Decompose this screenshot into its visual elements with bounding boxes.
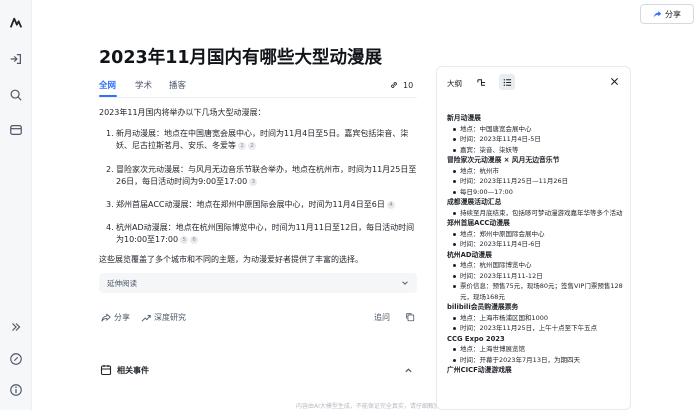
extended-reading-label: 延伸阅读 (107, 279, 137, 288)
tab-academic[interactable]: 学术 (135, 79, 152, 91)
outline-bullet: 票价信息：预售75元，现场80元；签售VIP门票预售128元，现场168元 (447, 281, 629, 302)
citation-badge[interactable]: 4 (386, 201, 395, 209)
expand-icon[interactable] (7, 318, 25, 336)
share-label: 分享 (665, 9, 681, 19)
list-item: 4. 杭州AD动漫展：地点在杭州国际博览中心，时间为11月11日至12日，每日活… (106, 222, 420, 246)
link-icon[interactable] (7, 350, 25, 368)
page-title: 2023年11月国内有哪些大型动漫展 (99, 48, 383, 68)
calendar-icon (100, 365, 112, 376)
extended-reading-toggle[interactable]: 延伸阅读 (99, 273, 417, 293)
list-item-text: 新月动漫展：地点在中国唐宽会展中心，时间为11月4日至5日。嘉宾包括柒音、柒妖、… (116, 129, 409, 150)
outline-bullet: 时间：2023年11月25日—11月26日 (447, 176, 629, 187)
list-item: 2. 冒险家次元动漫展：与风月无边音乐节联合举办，地点在杭州市，时间为11月25… (106, 164, 420, 188)
outline-heading[interactable]: 成都漫展活动汇总 (447, 197, 629, 208)
list-item-number: 1. (106, 129, 114, 138)
answer-outro: 这些展览覆盖了多个城市和不同的主题，为动漫爱好者提供了丰富的选择。 (99, 255, 363, 264)
tab-podcast[interactable]: 播客 (169, 79, 186, 91)
answer-intro: 2023年11月国内将举办以下几场大型动漫展： (99, 108, 266, 117)
list-item-text: 杭州AD动漫展：地点在杭州国际博览中心，时间为11月11日至12日，每日活动时间… (116, 223, 415, 244)
answer-actions: 分享 深度研究 追问 (99, 312, 417, 326)
close-icon[interactable] (610, 77, 619, 86)
list-item: 3. 郑州首届ACC动漫展：地点在郑州中原国际会展中心，时间为11月4日至6日 4 (106, 199, 420, 211)
outline-panel: 大纲 新月动漫展 地点：中国唐宽会展中心 时间：2023年11月4日-5日 嘉宾… (436, 66, 631, 410)
list-view-button[interactable] (499, 74, 515, 90)
outline-heading[interactable]: 杭州AD动漫展 (447, 250, 629, 261)
citation-badge[interactable]: 6 (190, 236, 199, 244)
list-item-number: 4. (106, 223, 114, 232)
source-tabs: 全网 学术 播客 (99, 79, 419, 93)
list-icon (503, 78, 511, 86)
outline-title: 大纲 (447, 79, 462, 88)
outline-bullet: 地点：上海市杨浦区国和1000 (447, 313, 629, 324)
deep-research-label: 深度研究 (154, 313, 186, 322)
outline-bullet: 地点：杭州国际博览中心 (447, 260, 629, 271)
deep-research-button[interactable]: 深度研究 (141, 312, 186, 323)
mindmap-icon (476, 78, 485, 86)
link-chain-icon (391, 82, 397, 88)
outline-bullet: 时间：2023年11月11-12日 (447, 271, 629, 282)
outline-bullet: 持续至月底结束，包括哆可梦动漫游戏嘉年华等多个活动 (447, 208, 629, 219)
citation-badge[interactable]: 1 (238, 142, 246, 150)
list-item: 1. 新月动漫展：地点在中国唐宽会展中心，时间为11月4日至5日。嘉宾包括柒音、… (106, 128, 420, 152)
outline-heading[interactable]: CCG Expo 2023 (447, 334, 629, 345)
followup-button[interactable]: 追问 (374, 312, 390, 323)
related-events-label: 相关事件 (117, 366, 149, 375)
new-chat-icon[interactable] (7, 50, 25, 68)
answer-share-button[interactable]: 分享 (101, 312, 130, 323)
library-icon[interactable] (7, 121, 25, 139)
list-item-text: 郑州首届ACC动漫展：地点在郑州中原国际会展中心，时间为11月4日至6日 (116, 200, 385, 209)
tab-web[interactable]: 全网 (99, 79, 116, 91)
references-count: 10 (403, 80, 414, 90)
list-item-number: 2. (106, 165, 114, 174)
outline-heading[interactable]: 冒险家次元动漫展 × 风月无边音乐节 (447, 155, 629, 166)
references-button[interactable]: 10 (389, 80, 413, 90)
search-icon[interactable] (7, 86, 25, 104)
outline-heading[interactable]: 新月动漫展 (447, 113, 629, 124)
list-item-text: 冒险家次元动漫展：与风月无边音乐节联合举办，地点在杭州市，时间为11月25日至2… (116, 165, 417, 186)
chevron-up-icon (405, 368, 412, 373)
outline-bullet: 地点：郑州中原国际会展中心 (447, 229, 629, 240)
tabs-divider (99, 97, 417, 98)
citation-badge[interactable]: 5 (180, 236, 189, 244)
outline-bullet: 时间：2023年11月25日，上午十点至下午五点 (447, 323, 629, 334)
outline-heading[interactable]: 郑州首届ACC动漫展 (447, 218, 629, 229)
outline-bullet: 嘉宾：柒音、柒妖等 (447, 145, 629, 156)
outline-heading[interactable]: bilibili会员购漫展票务 (447, 302, 629, 313)
info-icon[interactable] (7, 381, 25, 399)
list-item-number: 3. (106, 200, 114, 209)
share-icon (653, 10, 662, 17)
mindmap-view-button[interactable] (473, 74, 489, 90)
related-events-section[interactable]: 相关事件 (99, 360, 417, 380)
outline-bullet: 时间：2023年11月4日-5日 (447, 134, 629, 145)
outline-bullet: 地点：杭州市 (447, 166, 629, 177)
outline-header: 大纲 (437, 67, 630, 97)
copy-button[interactable] (405, 312, 415, 322)
outline-heading[interactable]: 广州CICF动漫游戏展 (447, 365, 629, 376)
followup-label: 追问 (374, 313, 390, 322)
outline-bullet: 地点：中国唐宽会展中心 (447, 124, 629, 135)
outline-bullet: 每日9:00—17:00 (447, 187, 629, 198)
share-icon (101, 312, 111, 322)
chevron-down-icon (402, 281, 408, 285)
deep-research-icon (141, 314, 151, 322)
logo-icon[interactable] (7, 14, 25, 32)
citation-badge[interactable]: 3 (249, 178, 258, 186)
share-button[interactable]: 分享 (640, 4, 694, 24)
outline-bullet: 时间：开幕于2023年7月13日，为期四天 (447, 355, 629, 366)
ai-disclaimer: 内容由AI大模型生成，不能保证完全真实，请仔细甄别 (296, 403, 440, 410)
outline-bullet: 时间：2023年11月4日-6日 (447, 239, 629, 250)
answer-share-label: 分享 (114, 313, 130, 322)
citation-badge[interactable]: 2 (248, 142, 256, 150)
copy-icon (406, 313, 415, 322)
outline-bullet: 地点：上海世博展览馆 (447, 344, 629, 355)
outline-list: 新月动漫展 地点：中国唐宽会展中心 时间：2023年11月4日-5日 嘉宾：柒音… (447, 113, 629, 376)
left-rail (0, 0, 32, 410)
